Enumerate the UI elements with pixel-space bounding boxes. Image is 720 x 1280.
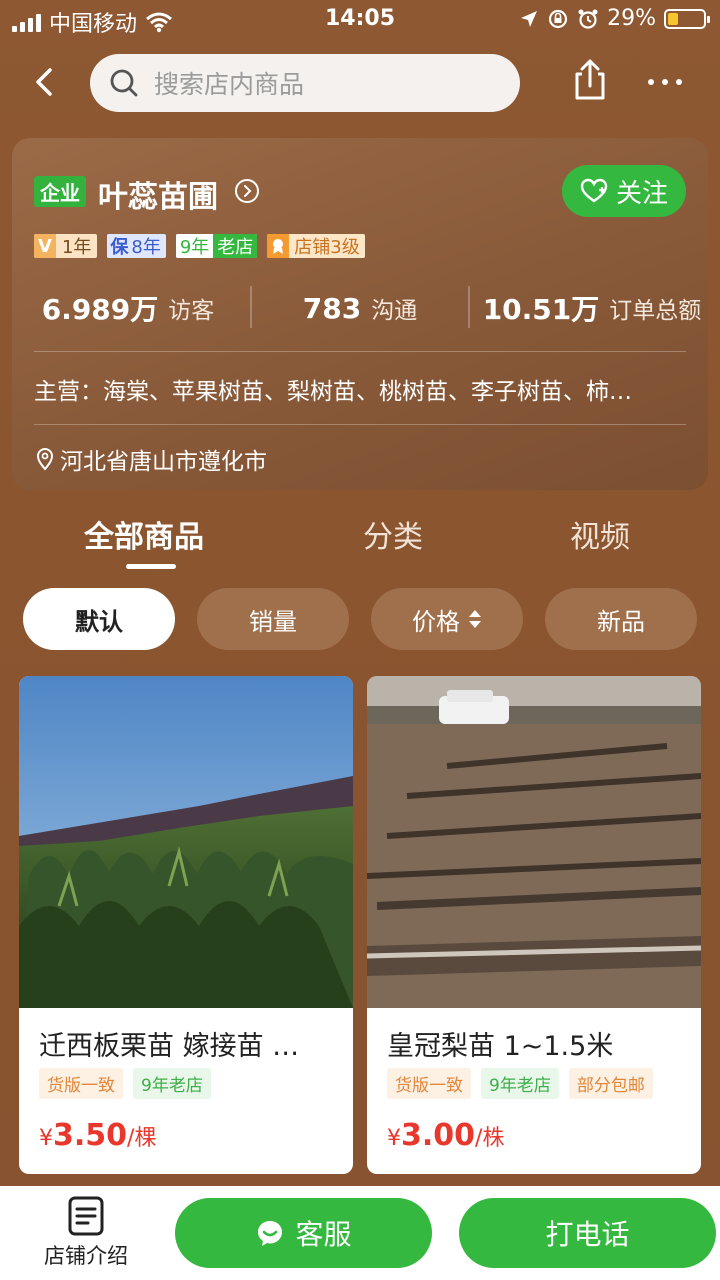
product-image-pear-seedlings[interactable]	[367, 676, 701, 1008]
product-title[interactable]: 迁西板栗苗 嫁接苗 …	[39, 1024, 339, 1063]
store-level-badge: 店铺3级	[267, 234, 365, 258]
tab-categories[interactable]: 分类	[363, 512, 423, 556]
divider	[34, 351, 686, 352]
filter-label: 价格	[412, 607, 460, 636]
store-info-card: 企业 叶蕊苗圃 关注 V 1年 保 8年 9年 老店 店铺3级 6.989万 访…	[12, 138, 708, 490]
search-placeholder: 搜索店内商品	[154, 70, 305, 99]
customer-service-button[interactable]: 客服	[175, 1198, 432, 1268]
sort-filters: 默认 销量 价格 新品	[0, 588, 720, 650]
stat-communications: 783 沟通	[244, 286, 476, 330]
store-badges: V 1年 保 8年 9年 老店 店铺3级	[34, 234, 365, 258]
enterprise-badge: 企业	[34, 176, 86, 207]
main-business: 主营：海棠、苹果树苗、梨树苗、桃树苗、李子树苗、柿…	[34, 379, 632, 405]
guarantee-badge-value: 8年	[131, 237, 161, 258]
store-stats: 6.989万 访客 783 沟通 10.51万 订单总额	[12, 286, 708, 330]
tab-all-products[interactable]: 全部商品	[84, 512, 204, 556]
product-image-chestnut-seedlings[interactable]	[19, 676, 353, 1008]
follow-button[interactable]: 关注	[562, 165, 686, 217]
store-level-value: 店铺3级	[294, 237, 360, 258]
chevron-right-circle-icon[interactable]	[234, 178, 260, 204]
tab-videos[interactable]: 视频	[570, 512, 630, 556]
stat-label: 订单总额	[609, 298, 702, 324]
product-price: ¥ 3.00 /株	[387, 1118, 504, 1153]
guarantee-badge-key: 保	[107, 234, 132, 258]
location-arrow-icon	[521, 10, 538, 27]
vip-badge-value: 1年	[61, 237, 92, 258]
product-tags: 货版一致 9年老店	[39, 1068, 211, 1099]
old-store-badge-value: 老店	[213, 234, 258, 258]
store-intro-label: 店铺介绍	[44, 1244, 128, 1268]
old-store-badge: 9年 老店	[175, 234, 258, 258]
price-currency: ¥	[387, 1126, 401, 1151]
rotation-lock-icon	[548, 9, 568, 28]
alarm-icon	[578, 9, 598, 29]
stat-number: 10.51万	[482, 293, 600, 326]
price-amount: 3.00	[401, 1118, 476, 1153]
back-arrow-icon[interactable]	[28, 64, 64, 100]
filter-sales[interactable]: 销量	[197, 588, 349, 650]
product-tags: 货版一致 9年老店 部分包邮	[387, 1068, 653, 1099]
content-tabs: 全部商品 分类 视频	[0, 510, 720, 570]
divider	[34, 424, 686, 425]
sort-updown-icon	[469, 610, 481, 628]
store-name[interactable]: 叶蕊苗圃	[98, 172, 218, 216]
active-tab-indicator	[126, 564, 176, 569]
price-unit: /株	[475, 1126, 505, 1151]
store-intro-button[interactable]: 店铺介绍	[36, 1196, 136, 1270]
product-tag: 货版一致	[39, 1068, 123, 1099]
product-card[interactable]: 迁西板栗苗 嫁接苗 … 货版一致 9年老店 ¥ 3.50 /棵	[19, 676, 353, 1174]
search-icon	[110, 69, 138, 97]
product-tag: 9年老店	[481, 1068, 559, 1099]
filter-new[interactable]: 新品	[545, 588, 697, 650]
call-button[interactable]: 打电话	[459, 1198, 716, 1268]
product-price: ¥ 3.50 /棵	[39, 1118, 156, 1153]
stat-divider	[250, 286, 252, 328]
battery-icon	[664, 8, 710, 29]
stat-number: 6.989万	[41, 293, 159, 326]
heart-plus-icon	[580, 178, 608, 203]
store-page: 中国移动 14:05 29% 搜索店内商品 企业 叶蕊苗圃 关注 V 1年 保 …	[0, 0, 720, 1280]
call-label: 打电话	[545, 1218, 630, 1251]
price-unit: /棵	[127, 1126, 157, 1151]
store-location: 河北省唐山市遵化市	[34, 442, 267, 476]
product-title[interactable]: 皇冠梨苗 1~1.5米	[387, 1024, 687, 1063]
old-store-badge-key: 9年	[175, 234, 214, 258]
filter-default[interactable]: 默认	[23, 588, 175, 650]
guarantee-badge: 保 8年	[107, 234, 166, 258]
top-nav: 搜索店内商品	[0, 52, 720, 112]
stat-order-total: 10.51万 订单总额	[476, 286, 708, 330]
filter-label: 默认	[75, 607, 123, 636]
price-currency: ¥	[39, 1126, 53, 1151]
status-bar: 中国移动 14:05 29%	[0, 0, 720, 40]
product-tag: 9年老店	[133, 1068, 211, 1099]
vip-years-badge: V 1年	[34, 234, 98, 258]
stat-visitors: 6.989万 访客	[12, 286, 244, 330]
filter-price[interactable]: 价格	[371, 588, 523, 650]
battery-percent: 29%	[607, 6, 656, 31]
bottom-action-bar: 店铺介绍 客服 打电话	[0, 1186, 720, 1280]
price-amount: 3.50	[53, 1118, 128, 1153]
stat-divider	[468, 286, 470, 328]
more-options-icon[interactable]	[648, 70, 688, 94]
search-box[interactable]: 搜索店内商品	[90, 54, 520, 112]
product-tag: 部分包邮	[568, 1068, 653, 1099]
stat-label: 沟通	[371, 298, 418, 324]
chat-bubble-icon	[258, 1221, 283, 1246]
product-card[interactable]: 皇冠梨苗 1~1.5米 货版一致 9年老店 部分包邮 ¥ 3.00 /株	[367, 676, 701, 1174]
document-icon	[68, 1196, 104, 1236]
medal-icon	[267, 234, 290, 258]
follow-label: 关注	[615, 178, 668, 209]
location-pin-icon	[36, 448, 54, 471]
stat-number: 783	[302, 291, 362, 325]
filter-label: 新品	[597, 607, 645, 636]
filter-label: 销量	[249, 607, 297, 636]
customer-service-label: 客服	[295, 1218, 352, 1251]
share-icon[interactable]	[568, 58, 612, 102]
product-tag: 货版一致	[387, 1068, 471, 1099]
vip-badge-key: V	[34, 234, 56, 258]
location-text: 河北省唐山市遵化市	[60, 449, 267, 475]
status-right: 29%	[519, 6, 710, 31]
stat-label: 访客	[168, 298, 215, 324]
